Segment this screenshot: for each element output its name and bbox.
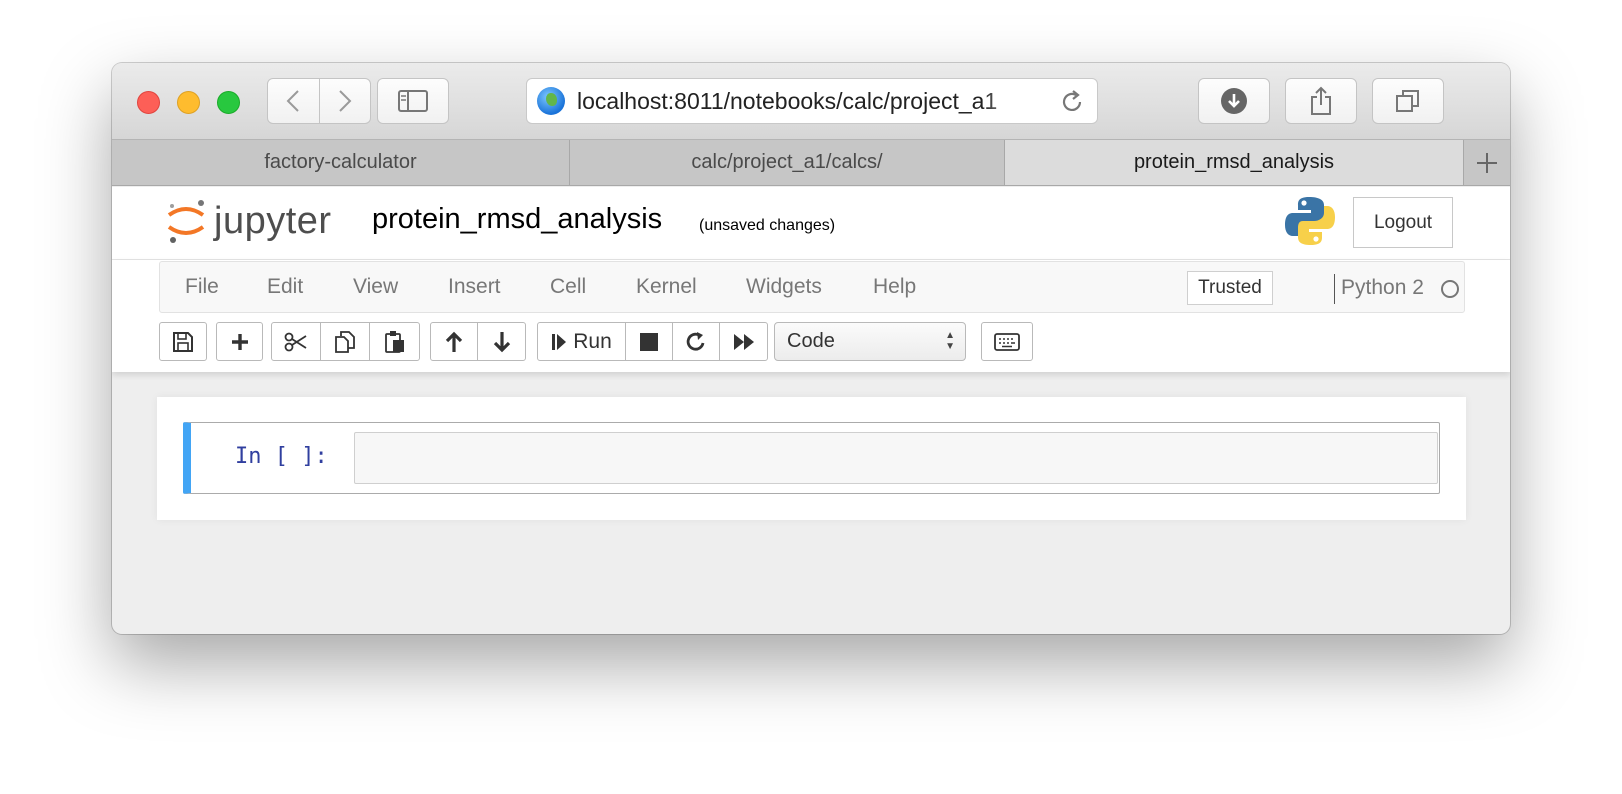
- close-window-button[interactable]: [137, 91, 160, 114]
- download-icon: [1221, 88, 1247, 114]
- sidebar-icon: [398, 90, 428, 112]
- select-arrows-icon: ▲ ▼: [945, 330, 955, 352]
- input-prompt: In [ ]:: [235, 444, 328, 469]
- menu-help[interactable]: Help: [873, 275, 916, 299]
- cell-type-value: Code: [787, 330, 835, 352]
- paste-icon: [384, 330, 404, 353]
- save-status: (unsaved changes): [699, 217, 836, 234]
- reload-button[interactable]: [1059, 89, 1085, 120]
- keyboard-icon: [994, 332, 1020, 351]
- show-tabs-button[interactable]: [1372, 78, 1444, 124]
- menu-edit[interactable]: Edit: [267, 275, 303, 299]
- paste-cells-button[interactable]: [369, 322, 420, 361]
- menu-kernel[interactable]: Kernel: [636, 275, 697, 299]
- notebook-container: In [ ]:: [157, 397, 1466, 520]
- tab-protein-rmsd-analysis[interactable]: protein_rmsd_analysis: [1005, 140, 1464, 185]
- share-icon: [1311, 86, 1331, 115]
- tab-calcs-directory[interactable]: calc/project_a1/calcs/: [570, 140, 1005, 185]
- restart-run-all-button[interactable]: [719, 322, 768, 361]
- minimize-window-button[interactable]: [177, 91, 200, 114]
- insert-cell-below-button[interactable]: [216, 322, 263, 361]
- move-cell-down-button[interactable]: [477, 322, 526, 361]
- kernel-separator: [1334, 274, 1335, 304]
- share-button[interactable]: [1285, 78, 1357, 124]
- code-cell[interactable]: In [ ]:: [183, 422, 1440, 494]
- python-logo-icon: [1285, 197, 1335, 245]
- jupyter-header: jupyter protein_rmsd_analysis (unsaved c…: [112, 187, 1510, 260]
- plus-icon: [1477, 152, 1497, 173]
- url-text: localhost:8011/notebooks/calc/project_a1: [577, 87, 998, 114]
- menu-widgets[interactable]: Widgets: [746, 275, 822, 299]
- interrupt-kernel-button[interactable]: [625, 322, 673, 361]
- scissors-icon: [284, 332, 307, 351]
- cell-type-select[interactable]: Code ▲ ▼: [774, 322, 966, 361]
- restart-icon: [686, 331, 705, 351]
- save-button[interactable]: [159, 322, 207, 361]
- kernel-name[interactable]: Python 2: [1341, 276, 1424, 300]
- jupyter-logo[interactable]: jupyter: [166, 197, 332, 245]
- tab-label: protein_rmsd_analysis: [1133, 151, 1335, 173]
- trusted-indicator[interactable]: Trusted: [1187, 271, 1273, 305]
- title-bar: localhost:8011/notebooks/calc/project_a1: [112, 63, 1510, 140]
- globe-icon: [537, 87, 565, 115]
- chevron-right-icon: [339, 90, 352, 112]
- reload-icon: [1062, 90, 1082, 111]
- menu-insert[interactable]: Insert: [448, 275, 501, 299]
- navigation-buttons: [267, 78, 371, 124]
- jupyter-logo-text: jupyter: [214, 199, 332, 242]
- menu-cell[interactable]: Cell: [550, 275, 586, 299]
- sidebar-toggle-button[interactable]: [377, 78, 449, 124]
- cut-cells-button[interactable]: [271, 322, 321, 361]
- floppy-disk-icon: [173, 331, 193, 352]
- arrow-down-icon: [493, 331, 510, 352]
- tabs-overview-icon: [1396, 90, 1419, 112]
- run-label: Run: [573, 329, 612, 353]
- back-button[interactable]: [268, 79, 319, 123]
- copy-icon: [335, 330, 355, 353]
- tab-factory-calculator[interactable]: factory-calculator: [112, 140, 570, 185]
- restart-kernel-button[interactable]: [672, 322, 720, 361]
- address-bar[interactable]: localhost:8011/notebooks/calc/project_a1: [526, 78, 1098, 124]
- stop-icon: [640, 332, 658, 351]
- menu-area: File Edit View Insert Cell Kernel Widget…: [112, 260, 1510, 372]
- logout-button[interactable]: Logout: [1353, 197, 1453, 248]
- new-tab-button[interactable]: [1464, 140, 1510, 185]
- forward-button[interactable]: [318, 79, 370, 123]
- arrow-up-icon: [445, 331, 463, 352]
- tab-bar: factory-calculator calc/project_a1/calcs…: [112, 140, 1510, 186]
- code-editor[interactable]: [354, 432, 1438, 484]
- downloads-button[interactable]: [1198, 78, 1270, 124]
- step-forward-icon: [552, 333, 567, 350]
- menu-view[interactable]: View: [353, 275, 398, 299]
- run-cell-button[interactable]: Run: [537, 322, 626, 361]
- notebook-name[interactable]: protein_rmsd_analysis: [372, 203, 662, 236]
- jupyter-logo-icon: [167, 200, 205, 243]
- tab-label: calc/project_a1/calcs/: [691, 151, 883, 173]
- command-palette-button[interactable]: [981, 322, 1033, 361]
- copy-cells-button[interactable]: [320, 322, 370, 361]
- tab-label: factory-calculator: [264, 151, 417, 173]
- fast-forward-icon: [733, 333, 754, 350]
- move-cell-up-button[interactable]: [430, 322, 478, 361]
- menu-file[interactable]: File: [185, 275, 219, 299]
- menubar: File Edit View Insert Cell Kernel Widget…: [159, 261, 1465, 313]
- zoom-window-button[interactable]: [217, 91, 240, 114]
- browser-window: localhost:8011/notebooks/calc/project_a1…: [112, 63, 1510, 634]
- plus-icon: [231, 333, 248, 350]
- chevron-left-icon: [287, 90, 300, 112]
- kernel-idle-indicator-icon: [1441, 280, 1459, 298]
